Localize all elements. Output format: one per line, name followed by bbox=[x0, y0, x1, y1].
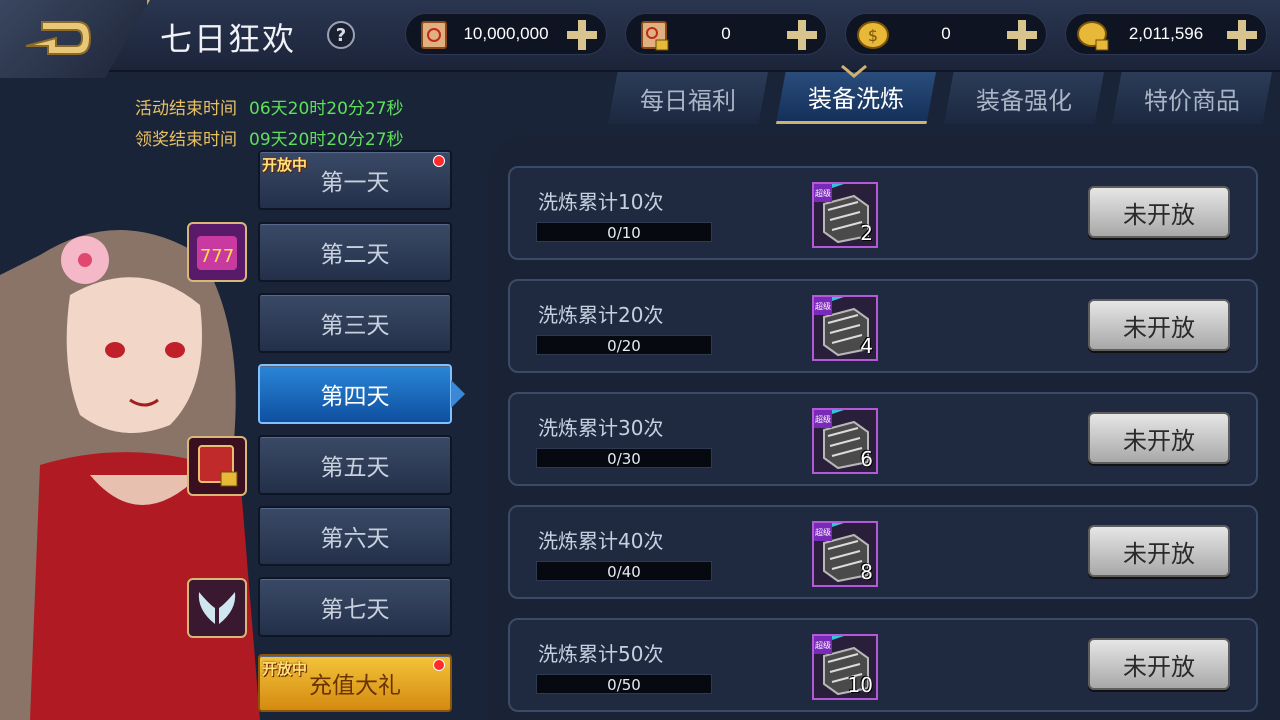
back-button[interactable] bbox=[0, 0, 150, 78]
gold-scroll-icon bbox=[421, 21, 447, 49]
timer-value: 09天20时20分27秒 bbox=[249, 130, 404, 150]
day-label: 充值大礼 bbox=[309, 673, 401, 699]
wings-icon[interactable] bbox=[187, 578, 247, 638]
day-label: 第七天 bbox=[320, 597, 390, 623]
reward-quantity: 4 bbox=[860, 334, 873, 358]
progress-bar: 0/30 bbox=[536, 448, 712, 468]
resource-scroll: 10,000,000 bbox=[405, 13, 607, 55]
day-3-button[interactable]: 第三天 bbox=[258, 293, 452, 353]
task-title: 洗炼累计40次 bbox=[538, 529, 664, 553]
not-open-button[interactable]: 未开放 bbox=[1088, 638, 1230, 690]
reward-item[interactable]: 超级 4 bbox=[812, 295, 878, 361]
resource-value: 2,011,596 bbox=[1128, 24, 1204, 43]
resource-locked-coin: 2,011,596 bbox=[1065, 13, 1267, 55]
top-bar: 七日狂欢 ? 10,000,000 0 $ 0 2,011,596 bbox=[0, 0, 1280, 78]
not-open-button[interactable]: 未开放 bbox=[1088, 412, 1230, 464]
not-open-button[interactable]: 未开放 bbox=[1088, 186, 1230, 238]
not-open-button[interactable]: 未开放 bbox=[1088, 299, 1230, 351]
add-locked-coin-button[interactable] bbox=[1224, 17, 1260, 53]
tab-equipment-refine[interactable]: 装备洗炼 bbox=[776, 72, 936, 124]
notification-dot bbox=[433, 659, 445, 671]
day-label: 第三天 bbox=[320, 313, 390, 339]
day-2-button[interactable]: 第二天 bbox=[258, 222, 452, 282]
reward-tag: 超级 bbox=[814, 297, 832, 315]
reward-tag: 超级 bbox=[814, 636, 832, 654]
open-badge: 开放中 bbox=[262, 156, 308, 174]
reward-quantity: 8 bbox=[860, 560, 873, 584]
recharge-gift-button[interactable]: 开放中 充值大礼 bbox=[258, 654, 452, 712]
claim-end-timer: 领奖结束时间 09天20时20分27秒 bbox=[135, 125, 404, 150]
tab-equipment-enhance[interactable]: 装备强化 bbox=[944, 72, 1104, 124]
task-row: 洗炼累计40次 0/40 超级 8 未开放 bbox=[508, 505, 1258, 599]
activity-end-timer: 活动结束时间 06天20时20分27秒 bbox=[135, 94, 404, 119]
coin-icon: $ bbox=[857, 21, 889, 49]
progress-bar: 0/40 bbox=[536, 561, 712, 581]
help-icon[interactable]: ? bbox=[327, 21, 355, 49]
task-row: 洗炼累计30次 0/30 超级 6 未开放 bbox=[508, 392, 1258, 486]
task-title: 洗炼累计20次 bbox=[538, 303, 664, 327]
resource-value: 0 bbox=[941, 24, 951, 43]
add-scroll-button[interactable] bbox=[564, 17, 600, 53]
day-label: 第一天 bbox=[320, 170, 390, 196]
tab-daily-welfare[interactable]: 每日福利 bbox=[608, 72, 768, 124]
svg-text:$: $ bbox=[868, 26, 878, 45]
task-title: 洗炼累计50次 bbox=[538, 642, 664, 666]
day-6-button[interactable]: 第六天 bbox=[258, 506, 452, 566]
task-title: 洗炼累计30次 bbox=[538, 416, 664, 440]
task-row: 洗炼累计20次 0/20 超级 4 未开放 bbox=[508, 279, 1258, 373]
slot-machine-icon[interactable]: 777 bbox=[187, 222, 247, 282]
timer-value: 06天20时20分27秒 bbox=[249, 99, 404, 119]
not-open-button[interactable]: 未开放 bbox=[1088, 525, 1230, 577]
day-1-button[interactable]: 开放中 第一天 bbox=[258, 150, 452, 210]
progress-text: 0/10 bbox=[607, 224, 641, 242]
progress-text: 0/40 bbox=[607, 563, 641, 581]
resource-value: 0 bbox=[721, 24, 731, 43]
day-label: 第二天 bbox=[320, 242, 390, 268]
reward-item[interactable]: 超级 6 bbox=[812, 408, 878, 474]
day-label: 第四天 bbox=[320, 384, 390, 410]
reward-quantity: 6 bbox=[860, 447, 873, 471]
reward-item[interactable]: 超级 10 bbox=[812, 634, 878, 700]
svg-text:777: 777 bbox=[200, 246, 234, 267]
locked-book-icon[interactable] bbox=[187, 436, 247, 496]
progress-text: 0/50 bbox=[607, 676, 641, 694]
locked-scroll-icon bbox=[641, 21, 669, 51]
locked-coin-icon bbox=[1077, 21, 1109, 51]
open-badge: 开放中 bbox=[262, 660, 308, 678]
task-title: 洗炼累计10次 bbox=[538, 190, 664, 214]
resource-locked-scroll: 0 bbox=[625, 13, 827, 55]
day-5-button[interactable]: 第五天 bbox=[258, 435, 452, 495]
progress-bar: 0/20 bbox=[536, 335, 712, 355]
add-coin-button[interactable] bbox=[1004, 17, 1040, 53]
task-row: 洗炼累计10次 0/10 超级 2 未开放 bbox=[508, 166, 1258, 260]
notification-dot bbox=[433, 155, 445, 167]
progress-text: 0/20 bbox=[607, 337, 641, 355]
reward-quantity: 2 bbox=[860, 221, 873, 245]
timer-label: 领奖结束时间 bbox=[135, 130, 237, 150]
selected-day-pointer bbox=[451, 380, 465, 408]
progress-bar: 0/10 bbox=[536, 222, 712, 242]
task-row: 洗炼累计50次 0/50 超级 10 未开放 bbox=[508, 618, 1258, 712]
resource-coin: $ 0 bbox=[845, 13, 1047, 55]
progress-text: 0/30 bbox=[607, 450, 641, 468]
reward-tag: 超级 bbox=[814, 523, 832, 541]
day-4-button[interactable]: 第四天 bbox=[258, 364, 452, 424]
day-label: 第五天 bbox=[320, 455, 390, 481]
resource-value: 10,000,000 bbox=[463, 24, 549, 43]
page-title: 七日狂欢 bbox=[160, 20, 297, 58]
progress-bar: 0/50 bbox=[536, 674, 712, 694]
add-locked-scroll-button[interactable] bbox=[784, 17, 820, 53]
reward-tag: 超级 bbox=[814, 410, 832, 428]
reward-quantity: 10 bbox=[847, 673, 873, 697]
reward-tag: 超级 bbox=[814, 184, 832, 202]
back-arrow-icon bbox=[25, 21, 92, 55]
active-tab-chevron-icon bbox=[841, 64, 867, 78]
reward-item[interactable]: 超级 2 bbox=[812, 182, 878, 248]
reward-item[interactable]: 超级 8 bbox=[812, 521, 878, 587]
tab-special-offers[interactable]: 特价商品 bbox=[1112, 72, 1272, 124]
day-label: 第六天 bbox=[320, 526, 390, 552]
day-7-button[interactable]: 第七天 bbox=[258, 577, 452, 637]
timer-label: 活动结束时间 bbox=[135, 99, 237, 119]
